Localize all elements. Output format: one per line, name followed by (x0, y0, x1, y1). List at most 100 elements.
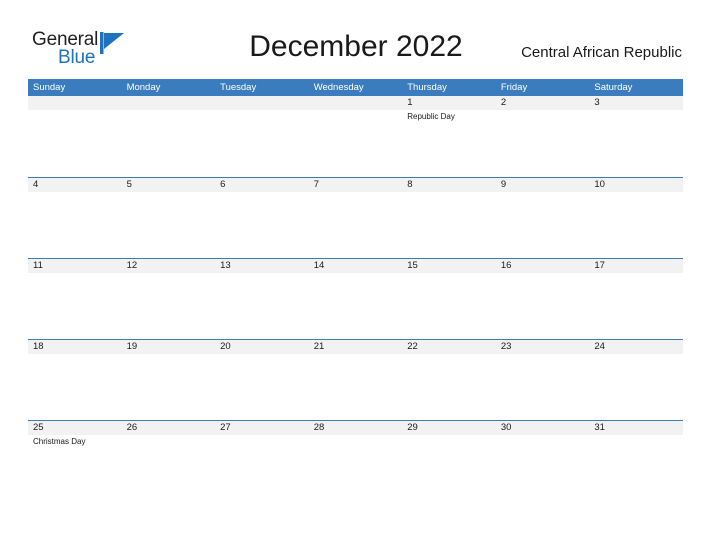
day-number: 2 (500, 97, 507, 108)
day-band (215, 178, 309, 192)
day-number: 29 (407, 422, 418, 433)
day-number: 21 (313, 341, 325, 352)
day-number: 3 (594, 97, 600, 108)
day-number: 27 (220, 422, 231, 433)
day-cell-30[interactable]: 30 (495, 421, 590, 501)
day-number: 18 (33, 341, 44, 352)
day-number: 26 (126, 422, 138, 433)
day-cell-18[interactable]: 18 (28, 340, 122, 420)
day-number: 5 (126, 179, 132, 190)
day-cell-31[interactable]: 31 (589, 421, 683, 501)
day-cell-19[interactable]: 19 (121, 340, 216, 420)
day-number: 22 (407, 341, 418, 352)
day-cell-empty (215, 96, 309, 176)
calendar-week-row: 4 5 6 7 8 9 10 (28, 177, 683, 258)
calendar-week-row: 11 12 13 14 15 16 17 (28, 258, 683, 339)
day-cell-12[interactable]: 12 (121, 259, 216, 339)
day-number: 9 (500, 179, 507, 190)
calendar-page: General Blue December 2022 Central Afric… (0, 0, 712, 550)
region-label: Central African Republic (521, 44, 682, 61)
day-number: 19 (126, 341, 138, 352)
day-number: 30 (500, 422, 512, 433)
day-cell-8[interactable]: 8 (402, 178, 496, 258)
day-band (215, 96, 309, 110)
day-cell-20[interactable]: 20 (215, 340, 309, 420)
day-cell-22[interactable]: 22 (402, 340, 496, 420)
calendar-week-row: 18 19 20 21 22 23 24 (28, 339, 683, 420)
day-number: 23 (500, 341, 512, 352)
day-band (121, 96, 216, 110)
day-number: 10 (594, 179, 605, 190)
day-band (28, 178, 122, 192)
day-band (589, 96, 683, 110)
day-cell-6[interactable]: 6 (215, 178, 309, 258)
day-cell-24[interactable]: 24 (589, 340, 683, 420)
day-band (121, 178, 216, 192)
weekday-header-tuesday: Tuesday (220, 82, 257, 93)
day-band (402, 178, 496, 192)
day-number: 31 (594, 422, 605, 433)
day-cell-11[interactable]: 11 (28, 259, 122, 339)
day-number: 28 (313, 422, 325, 433)
day-number: 7 (313, 179, 319, 190)
day-cell-23[interactable]: 23 (495, 340, 590, 420)
day-band (495, 178, 590, 192)
day-cell-15[interactable]: 15 (402, 259, 496, 339)
day-number: 15 (407, 260, 418, 271)
day-events: Republic Day (407, 111, 495, 122)
day-number: 17 (594, 260, 605, 271)
holiday-label: Christmas Day (33, 437, 86, 446)
weekday-header-saturday: Saturday (594, 82, 633, 93)
weekday-header-row: Sunday Monday Tuesday Wednesday Thursday Frid… (28, 79, 683, 96)
day-cell-2[interactable]: 2 (495, 96, 590, 176)
day-band (495, 96, 590, 110)
day-cell-empty (28, 96, 122, 176)
weekday-header-thursday: Thursday (407, 82, 447, 93)
day-band (308, 178, 403, 192)
day-cell-17[interactable]: 17 (589, 259, 683, 339)
weekday-header-sunday: Sunday (33, 82, 66, 93)
day-number: 20 (220, 341, 231, 352)
day-cell-empty (308, 96, 403, 176)
day-cell-27[interactable]: 27 (215, 421, 309, 501)
day-band (308, 96, 403, 110)
day-cell-29[interactable]: 29 (402, 421, 496, 501)
day-cell-13[interactable]: 13 (215, 259, 309, 339)
day-cell-9[interactable]: 9 (495, 178, 590, 258)
day-cell-3[interactable]: 3 (589, 96, 683, 176)
day-number: 8 (407, 179, 413, 190)
day-cell-14[interactable]: 14 (308, 259, 403, 339)
day-band (28, 96, 122, 110)
day-cell-28[interactable]: 28 (308, 421, 403, 501)
day-number: 11 (33, 260, 43, 271)
day-number: 16 (500, 260, 512, 271)
weekday-header-monday: Monday (126, 82, 161, 93)
day-cell-5[interactable]: 5 (121, 178, 216, 258)
page-header: General Blue December 2022 Central Afric… (0, 0, 712, 78)
day-cell-26[interactable]: 26 (121, 421, 216, 501)
day-events: Christmas Day (33, 436, 121, 447)
day-cell-4[interactable]: 4 (28, 178, 122, 258)
day-cell-10[interactable]: 10 (589, 178, 683, 258)
day-number: 1 (407, 97, 413, 108)
day-number: 12 (126, 260, 138, 271)
calendar-week-row: 1 Republic Day 2 3 (28, 96, 683, 177)
calendar-weeks: 1 Republic Day 2 3 4 5 6 7 8 9 10 11 12 13 14 15 16 17 18 1… (28, 96, 683, 501)
holiday-label: Republic Day (407, 112, 455, 121)
day-cell-25[interactable]: 25 Christmas Day (28, 421, 122, 501)
day-number: 25 (33, 422, 44, 433)
day-number: 13 (220, 260, 231, 271)
day-number: 24 (594, 341, 605, 352)
weekday-header-friday: Friday (500, 82, 528, 93)
day-cell-16[interactable]: 16 (495, 259, 590, 339)
day-cell-7[interactable]: 7 (308, 178, 403, 258)
day-band (402, 96, 496, 110)
calendar-week-row: 25 Christmas Day 26 27 28 29 30 31 (28, 420, 683, 501)
calendar-grid: Sunday Monday Tuesday Wednesday Thursday Frid… (28, 79, 683, 501)
day-cell-empty (121, 96, 216, 176)
day-number: 6 (220, 179, 226, 190)
day-cell-1[interactable]: 1 Republic Day (402, 96, 496, 176)
day-number: 4 (33, 179, 39, 190)
day-number: 14 (313, 260, 325, 271)
day-cell-21[interactable]: 21 (308, 340, 403, 420)
